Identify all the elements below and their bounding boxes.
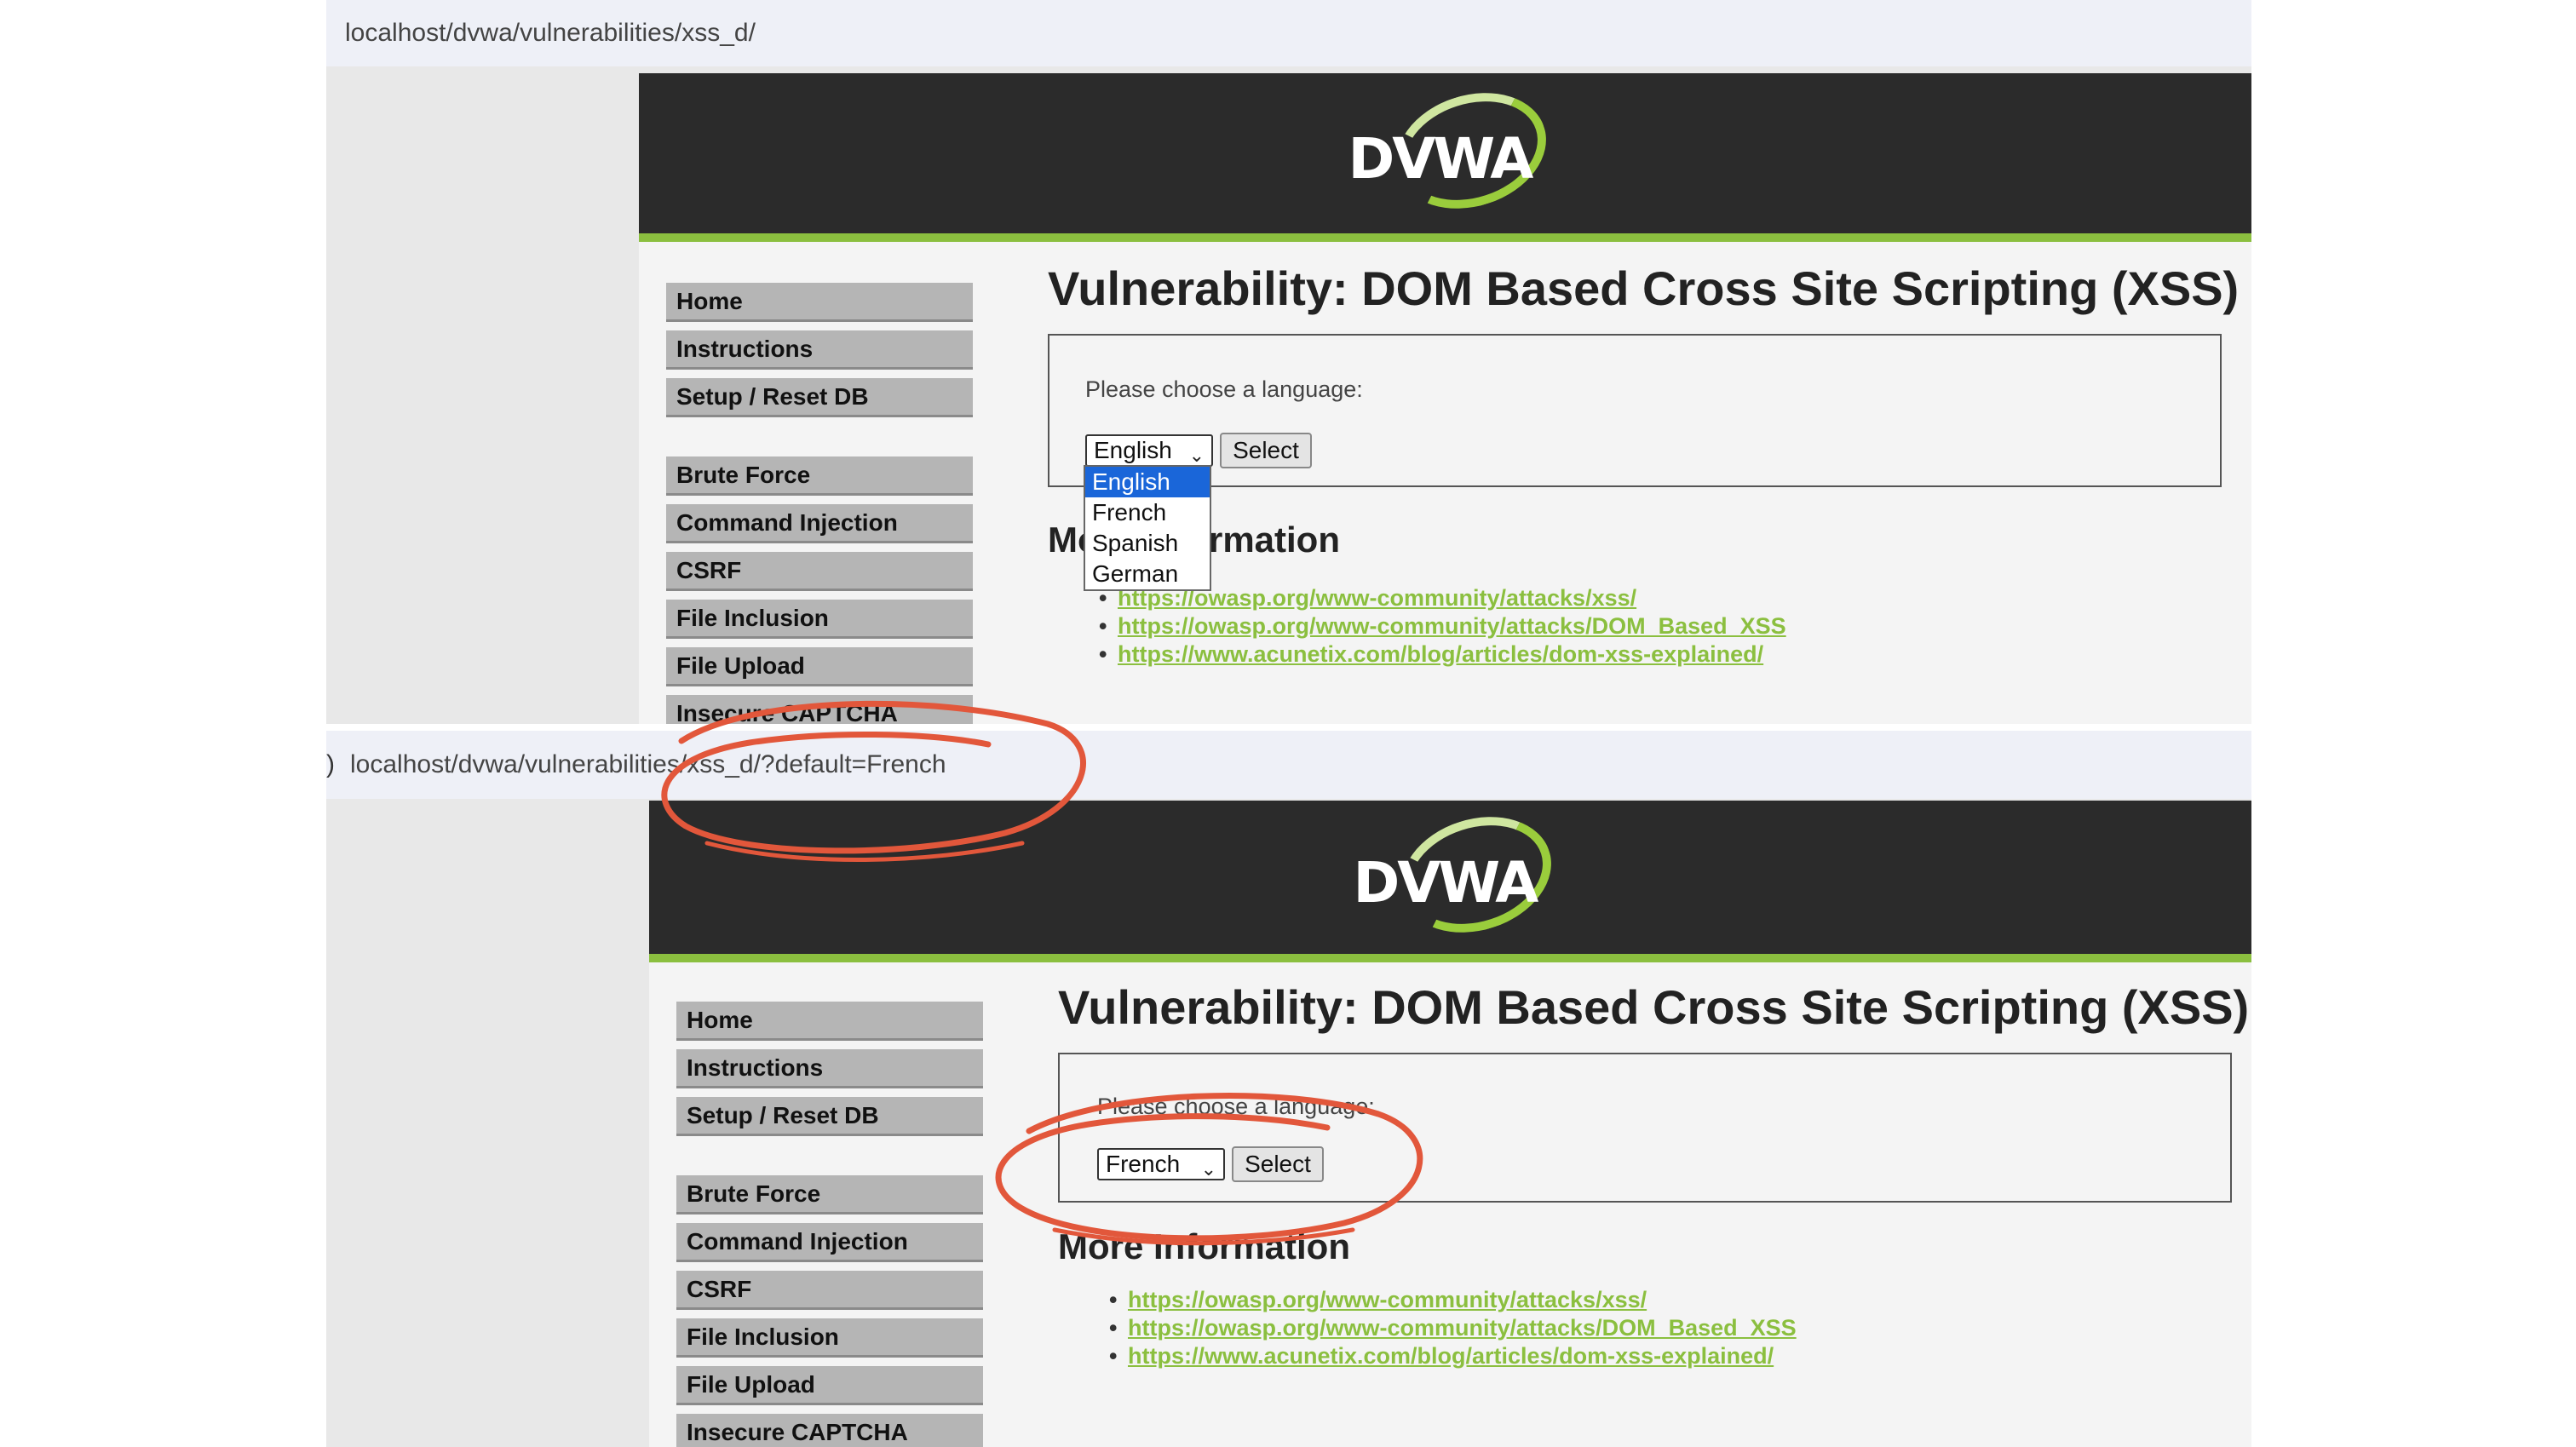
dropdown-option-spanish[interactable]: Spanish (1085, 528, 1210, 559)
dvwa-header: DVWA (639, 73, 2251, 242)
logo-text: DVWA (1353, 850, 1539, 916)
link-owasp-xss[interactable]: https://owasp.org/www-community/attacks/… (1128, 1287, 1647, 1312)
page-title: Vulnerability: DOM Based Cross Site Scri… (1058, 980, 2250, 1034)
menu-item-csrf[interactable]: CSRF (676, 1271, 983, 1310)
address-bar-lead-glyph: ) (326, 750, 335, 778)
language-select-value: English (1094, 437, 1172, 463)
reference-links: https://owasp.org/www-community/attacks/… (1099, 584, 1786, 669)
language-select[interactable]: English ⌄ (1085, 434, 1213, 467)
link-owasp-dom-xss[interactable]: https://owasp.org/www-community/attacks/… (1118, 613, 1786, 639)
address-bar-url[interactable]: localhost/dvwa/vulnerabilities/xss_d/ (345, 19, 756, 48)
logo-text: DVWA (1348, 126, 1534, 192)
menu-item-file-upload[interactable]: File Upload (676, 1366, 983, 1405)
menu-item-file-upload[interactable]: File Upload (666, 647, 973, 686)
link-acunetix-dom-xss[interactable]: https://www.acunetix.com/blog/articles/d… (1118, 641, 1763, 667)
list-item: https://www.acunetix.com/blog/articles/d… (1109, 1342, 1797, 1370)
dvwa-page: DVWA Home Instructions Setup / Reset DB … (649, 798, 2251, 1447)
language-prompt: Please choose a language: (1085, 376, 1363, 402)
reference-links: https://owasp.org/www-community/attacks/… (1109, 1286, 1797, 1370)
list-item: https://www.acunetix.com/blog/articles/d… (1099, 640, 1786, 669)
menu-item-brute-force[interactable]: Brute Force (666, 456, 973, 496)
dvwa-logo[interactable]: DVWA (1348, 798, 1567, 951)
screenshot-default-english: localhost/dvwa/vulnerabilities/xss_d/ DV… (326, 0, 2251, 724)
menu-item-file-inclusion[interactable]: File Inclusion (676, 1318, 983, 1358)
select-button[interactable]: Select (1220, 433, 1312, 468)
list-item: https://owasp.org/www-community/attacks/… (1109, 1286, 1797, 1314)
menu-item-file-inclusion[interactable]: File Inclusion (666, 600, 973, 639)
link-acunetix-dom-xss[interactable]: https://www.acunetix.com/blog/articles/d… (1128, 1343, 1774, 1369)
list-item: https://owasp.org/www-community/attacks/… (1109, 1314, 1797, 1342)
page-title: Vulnerability: DOM Based Cross Site Scri… (1048, 261, 2240, 315)
menu-item-command-injection[interactable]: Command Injection (666, 504, 973, 543)
dropdown-option-french[interactable]: French (1085, 497, 1210, 528)
menu-gap (666, 426, 973, 456)
link-owasp-dom-xss[interactable]: https://owasp.org/www-community/attacks/… (1128, 1315, 1797, 1341)
dropdown-option-german[interactable]: German (1085, 559, 1210, 589)
address-bar[interactable]: ) localhost/dvwa/vulnerabilities/xss_d/?… (326, 731, 2251, 799)
sidebar-menu: Home Instructions Setup / Reset DB Brute… (666, 283, 973, 724)
menu-item-setup-reset-db[interactable]: Setup / Reset DB (676, 1097, 983, 1136)
dvwa-logo[interactable]: DVWA (1343, 74, 1561, 227)
sidebar-menu: Home Instructions Setup / Reset DB Brute… (676, 1002, 983, 1447)
menu-item-instructions[interactable]: Instructions (676, 1049, 983, 1088)
list-item: https://owasp.org/www-community/attacks/… (1099, 612, 1786, 640)
annotation-circle-url (661, 700, 1086, 862)
language-dropdown-list[interactable]: English French Spanish German (1084, 465, 1211, 591)
language-form: Please choose a language: English ⌄ Sele… (1048, 334, 2222, 487)
menu-item-home[interactable]: Home (676, 1002, 983, 1041)
menu-item-insecure-captcha[interactable]: Insecure CAPTCHA (676, 1414, 983, 1447)
menu-item-home[interactable]: Home (666, 283, 973, 322)
menu-gap (676, 1145, 983, 1175)
dropdown-option-english[interactable]: English (1085, 467, 1210, 497)
menu-item-brute-force[interactable]: Brute Force (676, 1175, 983, 1214)
menu-item-setup-reset-db[interactable]: Setup / Reset DB (666, 378, 973, 417)
menu-item-csrf[interactable]: CSRF (666, 552, 973, 591)
dvwa-page: DVWA Home Instructions Setup / Reset DB … (639, 73, 2251, 724)
menu-item-command-injection[interactable]: Command Injection (676, 1223, 983, 1262)
annotation-circle-select (995, 1092, 1423, 1246)
menu-item-instructions[interactable]: Instructions (666, 330, 973, 370)
address-bar[interactable]: localhost/dvwa/vulnerabilities/xss_d/ (326, 0, 2251, 66)
